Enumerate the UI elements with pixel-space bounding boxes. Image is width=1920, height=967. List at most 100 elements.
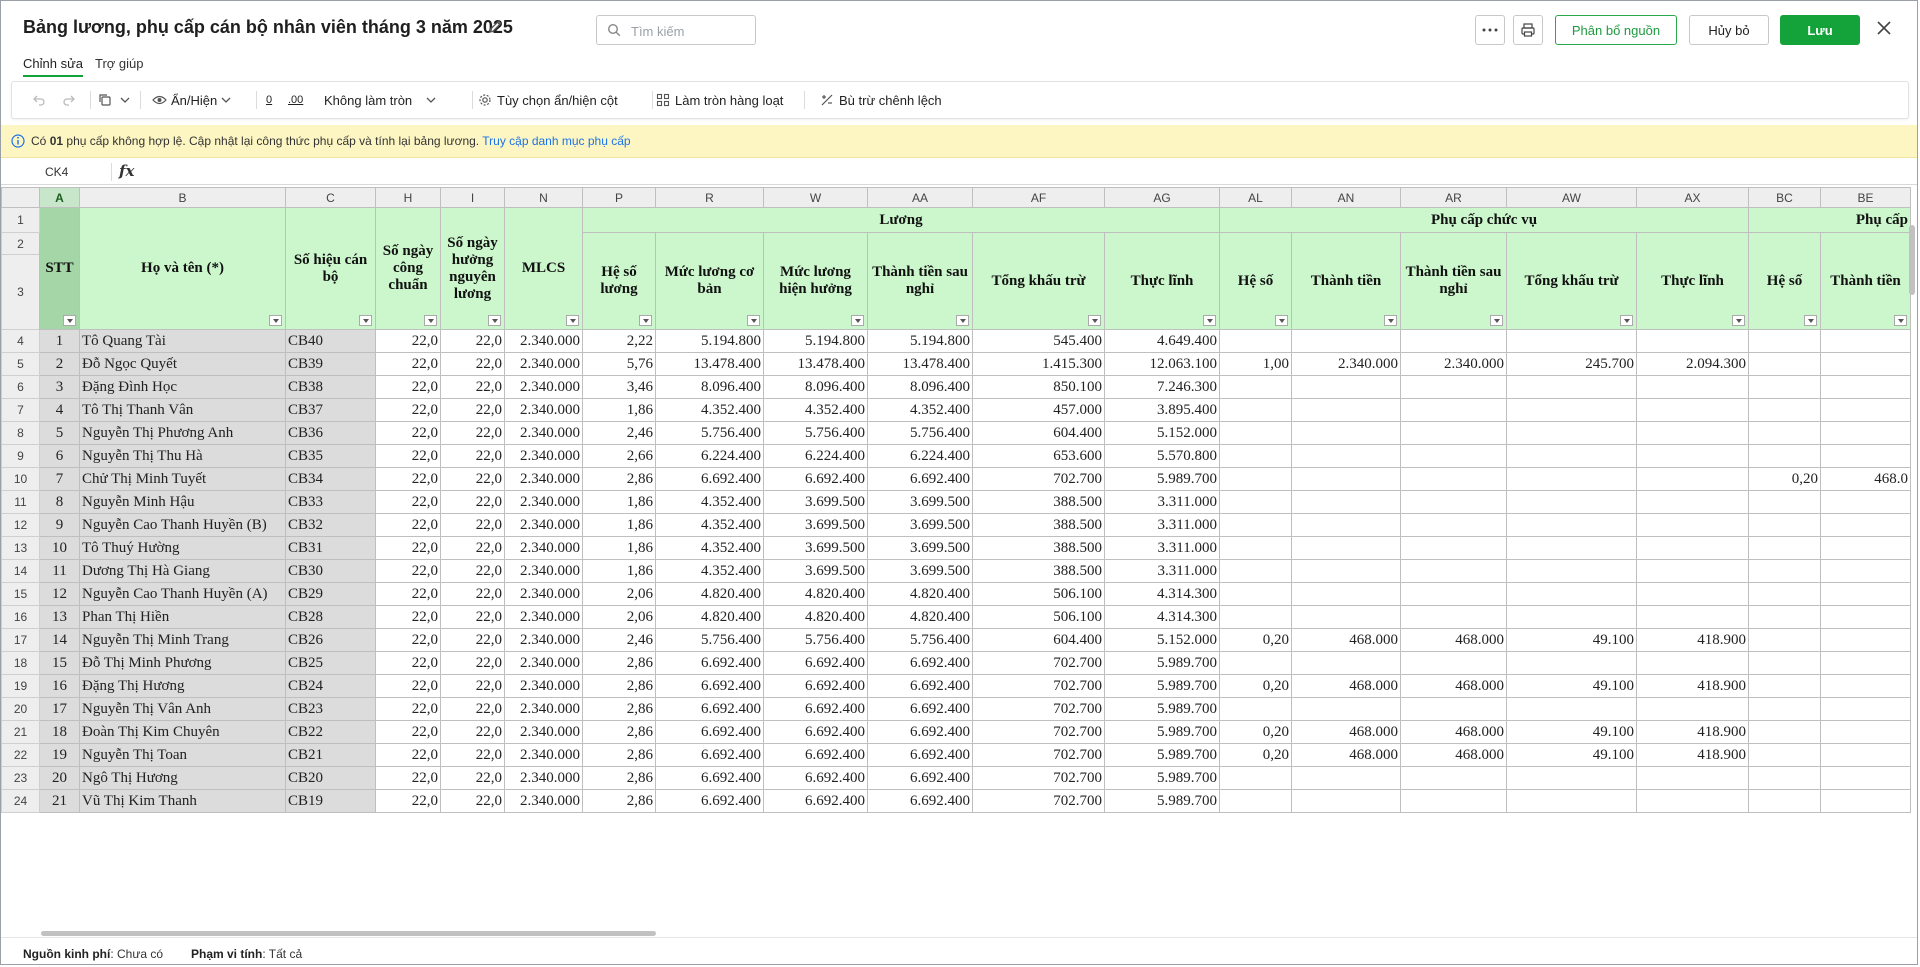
table-cell[interactable]: 10 — [39, 536, 80, 560]
table-cell[interactable] — [1636, 513, 1749, 537]
bulk-round-button[interactable]: Làm tròn hàng loạt — [656, 82, 783, 118]
table-cell[interactable]: Nguyễn Thị Toan — [79, 743, 286, 767]
table-cell[interactable]: 4.314.300 — [1104, 605, 1220, 629]
table-cell[interactable]: Nguyễn Minh Hậu — [79, 490, 286, 514]
vertical-scrollbar[interactable] — [1909, 225, 1915, 295]
filter-icon[interactable] — [1804, 315, 1817, 326]
column-letter[interactable]: AN — [1291, 187, 1401, 208]
table-cell[interactable]: 22,0 — [375, 421, 441, 445]
table-cell[interactable] — [1636, 789, 1749, 813]
table-cell[interactable]: 6.692.400 — [867, 697, 973, 721]
table-cell[interactable] — [1748, 398, 1821, 422]
row-number[interactable]: 10 — [1, 467, 40, 491]
table-cell[interactable] — [1506, 766, 1637, 790]
table-cell[interactable]: 22,0 — [440, 628, 505, 652]
table-cell[interactable]: 3.311.000 — [1104, 490, 1220, 514]
table-cell[interactable]: CB39 — [285, 352, 376, 376]
row-number[interactable]: 2 — [1, 232, 40, 255]
table-cell[interactable]: 17 — [39, 697, 80, 721]
table-cell[interactable]: CB31 — [285, 536, 376, 560]
table-cell[interactable]: 468.000 — [1291, 628, 1401, 652]
table-cell[interactable]: Nguyễn Cao Thanh Huyền (B) — [79, 513, 286, 537]
table-cell[interactable]: 418.900 — [1636, 628, 1749, 652]
table-cell[interactable] — [1400, 536, 1507, 560]
table-cell[interactable]: 5.989.700 — [1104, 467, 1220, 491]
table-cell[interactable]: 5.989.700 — [1104, 674, 1220, 698]
table-cell[interactable]: Nguyễn Thị Thu Hà — [79, 444, 286, 468]
table-cell[interactable] — [1636, 467, 1749, 491]
table-cell[interactable] — [1748, 352, 1821, 376]
table-cell[interactable]: 2,06 — [582, 605, 656, 629]
table-cell[interactable]: 6.692.400 — [763, 766, 868, 790]
filter-icon[interactable] — [639, 315, 652, 326]
header-stt[interactable]: STT — [39, 207, 80, 330]
table-cell[interactable]: 2,86 — [582, 743, 656, 767]
row-number[interactable]: 4 — [1, 329, 40, 353]
table-cell[interactable]: 3.699.500 — [867, 490, 973, 514]
table-cell[interactable]: 13 — [39, 605, 80, 629]
table-cell[interactable] — [1636, 444, 1749, 468]
table-cell[interactable]: Tô Quang Tài — [79, 329, 286, 353]
table-cell[interactable] — [1820, 559, 1911, 583]
table-cell[interactable]: 6.692.400 — [655, 789, 764, 813]
table-cell[interactable]: 2.340.000 — [504, 720, 583, 744]
table-cell[interactable]: 22,0 — [375, 651, 441, 675]
table-cell[interactable]: 6.692.400 — [655, 697, 764, 721]
column-letter[interactable]: B — [79, 187, 286, 208]
header-base-salary[interactable]: Mức lương cơ bản — [655, 232, 764, 330]
table-cell[interactable]: 2.094.300 — [1636, 352, 1749, 376]
allowance-catalog-link[interactable]: Truy cập danh mục phụ cấp — [482, 134, 630, 148]
table-cell[interactable]: 4.352.400 — [655, 559, 764, 583]
table-cell[interactable]: 5.152.000 — [1104, 421, 1220, 445]
table-cell[interactable]: 2.340.000 — [504, 743, 583, 767]
table-cell[interactable]: 468.000 — [1400, 720, 1507, 744]
table-cell[interactable]: 702.700 — [972, 743, 1105, 767]
header-allow-coef[interactable]: Hệ số — [1748, 232, 1821, 330]
table-cell[interactable]: 1,00 — [1219, 352, 1292, 376]
table-cell[interactable]: 22,0 — [440, 789, 505, 813]
table-cell[interactable]: 22,0 — [440, 467, 505, 491]
table-cell[interactable]: 5.989.700 — [1104, 766, 1220, 790]
table-cell[interactable]: Dương Thị Hà Giang — [79, 559, 286, 583]
table-cell[interactable]: 22,0 — [440, 720, 505, 744]
table-cell[interactable] — [1636, 490, 1749, 514]
table-cell[interactable] — [1820, 789, 1911, 813]
table-cell[interactable]: 850.100 — [972, 375, 1105, 399]
table-cell[interactable]: 5.989.700 — [1104, 720, 1220, 744]
search-input[interactable] — [629, 21, 753, 41]
table-cell[interactable]: 3.311.000 — [1104, 536, 1220, 560]
table-cell[interactable]: 2.340.000 — [504, 513, 583, 537]
table-cell[interactable]: CB21 — [285, 743, 376, 767]
header-net-pay[interactable]: Thực lĩnh — [1104, 232, 1220, 330]
header-current-salary[interactable]: Mức lương hiện hưởng — [763, 232, 868, 330]
table-cell[interactable]: 1,86 — [582, 536, 656, 560]
table-cell[interactable]: 22,0 — [440, 490, 505, 514]
table-cell[interactable]: 6.692.400 — [655, 467, 764, 491]
table-cell[interactable]: 3.699.500 — [867, 536, 973, 560]
table-cell[interactable]: Tô Thuý Hường — [79, 536, 286, 560]
table-cell[interactable]: 6.224.400 — [655, 444, 764, 468]
table-cell[interactable]: 2.340.000 — [504, 375, 583, 399]
table-cell[interactable] — [1400, 329, 1507, 353]
header-pos-amount[interactable]: Thành tiền — [1291, 232, 1401, 330]
table-cell[interactable] — [1400, 467, 1507, 491]
table-cell[interactable]: 468.000 — [1291, 674, 1401, 698]
table-cell[interactable]: CB28 — [285, 605, 376, 629]
column-letter[interactable]: AG — [1104, 187, 1220, 208]
table-cell[interactable]: CB35 — [285, 444, 376, 468]
table-cell[interactable] — [1219, 605, 1292, 629]
row-number[interactable]: 14 — [1, 559, 40, 583]
table-cell[interactable]: 2,86 — [582, 789, 656, 813]
table-cell[interactable]: 6.692.400 — [655, 674, 764, 698]
table-cell[interactable]: 4.352.400 — [655, 536, 764, 560]
table-cell[interactable]: 418.900 — [1636, 720, 1749, 744]
table-cell[interactable]: 2.340.000 — [1400, 352, 1507, 376]
table-cell[interactable]: CB25 — [285, 651, 376, 675]
table-cell[interactable] — [1219, 398, 1292, 422]
table-cell[interactable]: 702.700 — [972, 789, 1105, 813]
table-cell[interactable]: 22,0 — [440, 582, 505, 606]
table-cell[interactable] — [1748, 674, 1821, 698]
table-cell[interactable]: 49.100 — [1506, 628, 1637, 652]
table-cell[interactable]: Đỗ Ngọc Quyết — [79, 352, 286, 376]
row-number[interactable]: 9 — [1, 444, 40, 468]
